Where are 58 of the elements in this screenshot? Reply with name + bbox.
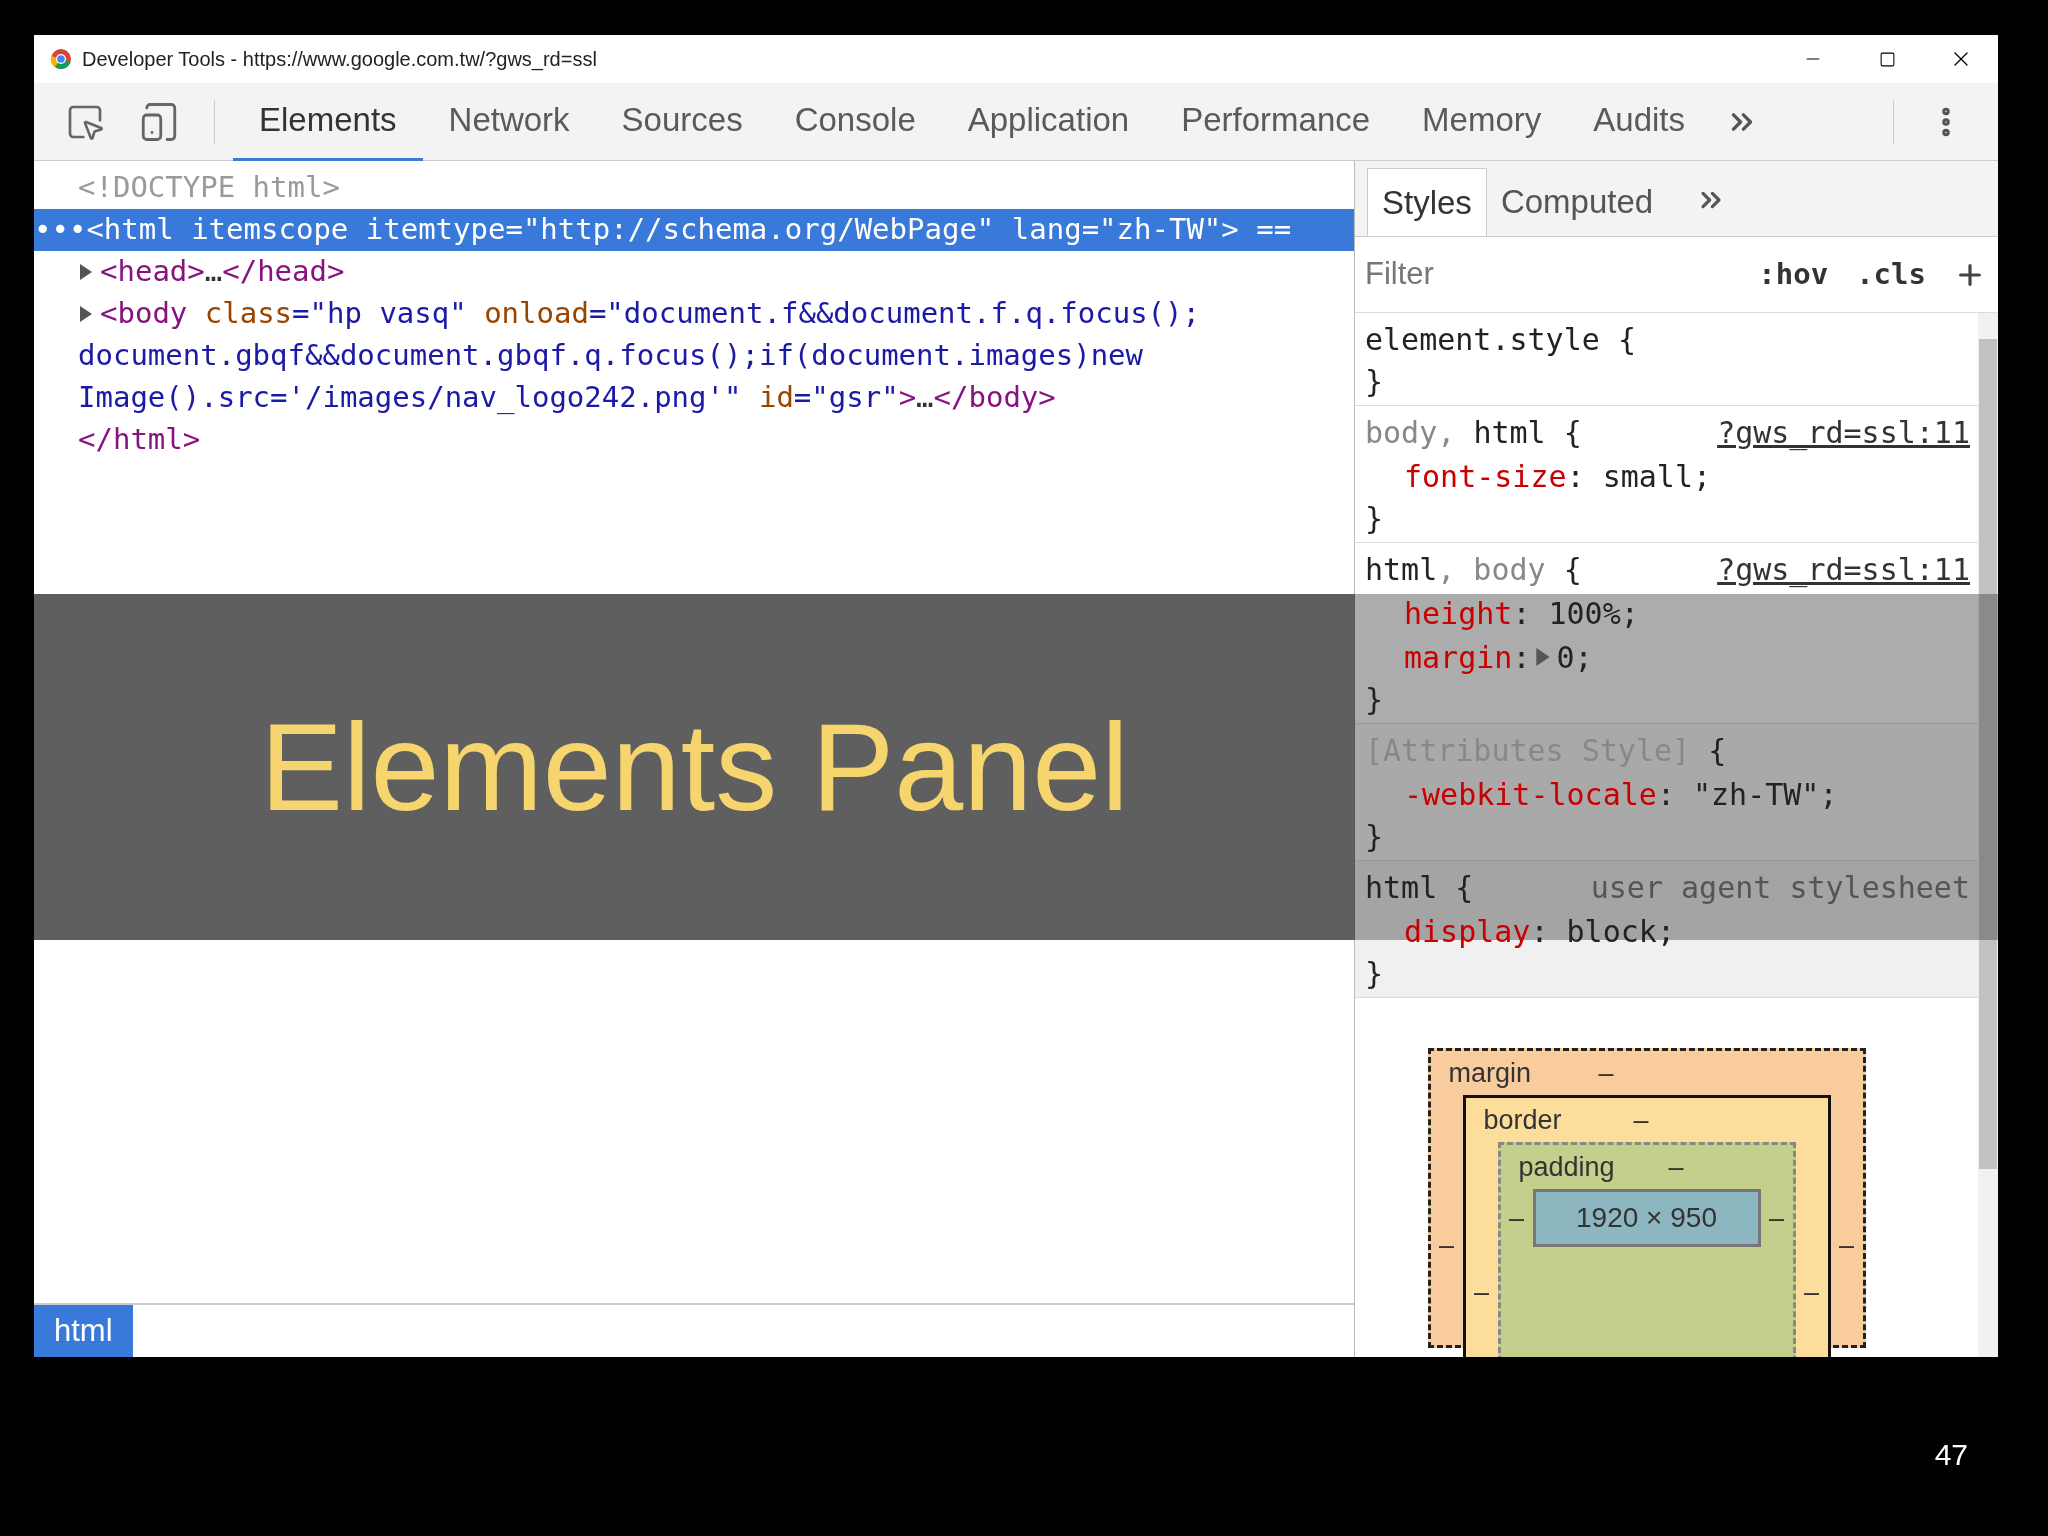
css-declaration[interactable]: margin: 0; <box>1404 634 1593 680</box>
box-model-value: – <box>1438 1228 1455 1262</box>
panel-tab[interactable]: Console <box>768 82 942 161</box>
panel-tab[interactable]: Performance <box>1155 82 1397 161</box>
css-declaration[interactable]: font-size: small; <box>1404 453 1712 499</box>
dom-node-continuation[interactable]: Image().src='/images/nav_logo242.png'" id="gsr">…</body> <box>34 377 1354 419</box>
source-link[interactable]: ?gws_rd=ssl:11 <box>1717 546 1970 592</box>
browser-logo-icon <box>50 48 72 70</box>
closing-brace: } <box>1365 499 1384 538</box>
css-declaration[interactable]: -webkit-locale: "zh-TW"; <box>1404 771 1838 817</box>
panel-tab[interactable]: Network <box>422 82 596 161</box>
class-toggle[interactable]: .cls <box>1856 252 1926 297</box>
panel-tab[interactable]: Sources <box>595 82 769 161</box>
box-model-value: – <box>1803 1275 1820 1309</box>
source-link[interactable]: ?gws_rd=ssl:11 <box>1717 409 1970 455</box>
slide-title: Elements Panel <box>260 705 1129 829</box>
box-model-value: – <box>1838 1228 1855 1262</box>
expand-icon[interactable] <box>78 305 94 323</box>
dom-node-closing[interactable]: </html> <box>34 419 1354 461</box>
sidebar-tab[interactable]: Computed <box>1486 168 1668 236</box>
breadcrumb[interactable]: html <box>34 1305 133 1357</box>
box-model-value: – <box>1473 1275 1490 1309</box>
box-model-value: – <box>1668 1150 1684 1184</box>
filter-field[interactable]: Filter <box>1365 251 1759 298</box>
dom-node[interactable]: <head>…</head> <box>34 251 1354 293</box>
closing-brace: } <box>1365 680 1384 719</box>
dom-node-continuation[interactable]: document.gbqf&&document.gbqf.q.focus();if(document.images)new <box>34 335 1354 377</box>
page-number: 47 <box>1934 1437 1968 1473</box>
box-model-value: – <box>1633 1103 1649 1137</box>
box-model-value: – <box>1598 1056 1614 1090</box>
css-declaration[interactable]: height: 100%; <box>1404 590 1639 636</box>
css-selector: element.style { <box>1365 320 1636 359</box>
panel-tab[interactable]: Memory <box>1396 82 1568 161</box>
maximize-icon[interactable] <box>1878 50 1896 68</box>
panel-tab[interactable]: Application <box>941 82 1156 161</box>
css-selector: html, body { <box>1365 550 1582 589</box>
box-model-value: – <box>1508 1201 1525 1235</box>
box-model-content: 1920 × 950 <box>1532 1189 1761 1247</box>
window-title: Developer Tools - https://www.google.com.tw/?gws_rd=ssl <box>82 47 597 73</box>
box-model-label: padding <box>1518 1150 1616 1184</box>
sidebar-tab[interactable]: Styles <box>1367 168 1487 236</box>
closing-brace: } <box>1365 817 1384 856</box>
scrollbar[interactable] <box>1978 313 1998 1357</box>
closing-brace: } <box>1365 954 1384 993</box>
closing-brace: } <box>1365 362 1384 401</box>
panel-tab[interactable]: Elements <box>233 82 423 161</box>
css-declaration[interactable]: display: block; <box>1404 908 1675 954</box>
stylesheet-label: user agent stylesheet <box>1590 868 1970 907</box>
dom-node[interactable]: •••<html itemscope itemtype="http://schema.org/WebPage" lang="zh-TW"> == <box>34 209 1354 251</box>
dom-node[interactable]: <body class="hp vasq" onload="document.f&&document.f.q.focus(); <box>34 293 1354 335</box>
box-model-label: margin <box>1448 1056 1533 1090</box>
css-selector: body, html { <box>1365 413 1582 452</box>
hover-state-toggle[interactable]: :hov <box>1758 252 1829 297</box>
css-selector: html { <box>1365 868 1474 907</box>
panel-tab[interactable]: Audits <box>1567 82 1711 161</box>
box-model-value: – <box>1768 1201 1785 1235</box>
expand-icon[interactable] <box>78 263 94 281</box>
box-model-label: border <box>1483 1103 1563 1137</box>
